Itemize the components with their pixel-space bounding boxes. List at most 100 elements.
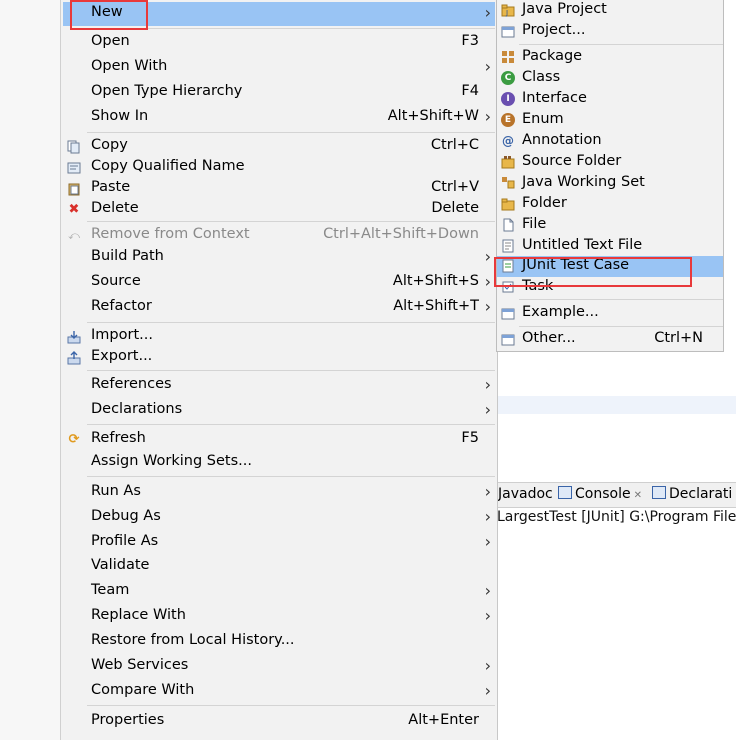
menu-item-restore-from-local-history[interactable]: Restore from Local History... <box>63 630 495 654</box>
submenu-item-junit-test-case[interactable]: JUnit Test Case <box>497 256 723 277</box>
new-submenu: J Java Project Project... Package C Clas… <box>496 0 724 352</box>
submenu-item-other[interactable]: Other... Ctrl+N <box>497 329 723 350</box>
package-explorer-background <box>0 0 61 740</box>
menu-item-assign-working-sets[interactable]: Assign Working Sets... <box>63 451 495 475</box>
menu-item-build-path[interactable]: Build Path › <box>63 246 495 270</box>
menu-item-label: Show In <box>91 108 149 124</box>
submenu-item-class[interactable]: C Class <box>497 68 723 89</box>
export-icon <box>67 351 81 365</box>
menu-item-open[interactable]: Open F3 <box>63 31 495 55</box>
menu-separator <box>87 132 495 133</box>
submenu-item-label: Project... <box>522 22 586 38</box>
refresh-icon: ⟳ <box>68 432 80 447</box>
submenu-item-label: Java Working Set <box>522 174 645 190</box>
package-icon <box>501 50 515 64</box>
source-folder-icon <box>501 155 515 169</box>
tab-javadoc[interactable]: Javadoc <box>498 486 553 502</box>
menu-item-shortcut: Alt+Shift+W <box>387 108 479 124</box>
menu-item-shortcut: Delete <box>431 200 479 216</box>
submenu-item-package[interactable]: Package <box>497 47 723 68</box>
other-icon <box>501 332 515 346</box>
chevron-right-icon: › <box>484 581 491 600</box>
menu-item-team[interactable]: Team › <box>63 580 495 604</box>
menu-item-label: Refresh <box>91 430 146 446</box>
junit-icon <box>501 259 515 273</box>
menu-item-label: Compare With <box>91 682 195 698</box>
menu-item-open-with[interactable]: Open With › <box>63 56 495 80</box>
submenu-item-label: Package <box>522 48 583 64</box>
menu-item-declarations[interactable]: Declarations › <box>63 399 495 423</box>
menu-item-label: Open With <box>91 58 168 74</box>
chevron-right-icon: › <box>484 272 491 291</box>
menu-item-debug-as[interactable]: Debug As › <box>63 506 495 530</box>
menu-item-web-services[interactable]: Web Services › <box>63 655 495 679</box>
tab-console[interactable]: Console ✕ <box>558 486 642 502</box>
submenu-item-label: Java Project <box>522 1 607 17</box>
submenu-item-project[interactable]: Project... <box>497 21 723 42</box>
submenu-item-label: Enum <box>522 111 564 127</box>
submenu-separator <box>519 326 723 327</box>
submenu-item-label: Task <box>522 278 554 294</box>
menu-item-label: Replace With <box>91 607 186 623</box>
editor-highlight-line <box>496 396 736 414</box>
menu-item-open-type-hierarchy[interactable]: Open Type Hierarchy F4 <box>63 81 495 105</box>
menu-separator <box>87 476 495 477</box>
submenu-item-task[interactable]: Task <box>497 277 723 298</box>
task-icon <box>501 280 515 294</box>
menu-separator <box>87 28 495 29</box>
submenu-item-annotation[interactable]: @ Annotation <box>497 131 723 152</box>
chevron-right-icon: › <box>484 681 491 700</box>
submenu-item-source-folder[interactable]: Source Folder <box>497 152 723 173</box>
close-icon[interactable]: ✕ <box>634 490 642 501</box>
submenu-item-label: JUnit Test Case <box>522 257 630 273</box>
submenu-item-example[interactable]: Example... <box>497 303 723 324</box>
menu-item-label: Delete <box>91 200 139 216</box>
submenu-item-java-working-set[interactable]: Java Working Set <box>497 173 723 194</box>
menu-item-delete[interactable]: ✖ Delete Delete <box>63 198 495 222</box>
menu-item-label: Run As <box>91 483 141 499</box>
menu-item-compare-with[interactable]: Compare With › <box>63 680 495 704</box>
menu-item-source[interactable]: Source Alt+Shift+S › <box>63 271 495 295</box>
svg-text:J: J <box>505 9 508 17</box>
menu-item-label: Properties <box>91 712 165 728</box>
menu-item-label: Build Path <box>91 248 164 264</box>
submenu-item-interface[interactable]: I Interface <box>497 89 723 110</box>
chevron-right-icon: › <box>484 297 491 316</box>
menu-item-references[interactable]: References › <box>63 374 495 398</box>
menu-item-remove-from-context[interactable]: ⤺ Remove from Context Ctrl+Alt+Shift+Dow… <box>63 224 495 248</box>
menu-item-properties[interactable]: Properties Alt+Enter <box>63 710 495 734</box>
menu-item-replace-with[interactable]: Replace With › <box>63 605 495 629</box>
chevron-right-icon: › <box>484 532 491 551</box>
tab-declaration[interactable]: Declarati <box>652 486 732 502</box>
menu-item-refactor[interactable]: Refactor Alt+Shift+T › <box>63 296 495 320</box>
submenu-item-folder[interactable]: Folder <box>497 194 723 215</box>
menu-item-shortcut: F4 <box>461 83 479 99</box>
menu-item-label: Validate <box>91 557 150 573</box>
menu-item-run-as[interactable]: Run As › <box>63 481 495 505</box>
submenu-item-file[interactable]: File <box>497 215 723 236</box>
menu-item-label: Open Type Hierarchy <box>91 83 243 99</box>
menu-item-shortcut: F3 <box>461 33 479 49</box>
project-icon <box>501 24 515 38</box>
submenu-item-enum[interactable]: E Enum <box>497 110 723 131</box>
interface-icon: I <box>501 92 515 106</box>
menu-item-validate[interactable]: Validate <box>63 555 495 579</box>
chevron-right-icon: › <box>484 606 491 625</box>
menu-item-shortcut: F5 <box>461 430 479 446</box>
folder-icon <box>501 197 515 211</box>
menu-item-export[interactable]: Export... <box>63 346 495 370</box>
submenu-item-untitled-text-file[interactable]: Untitled Text File <box>497 236 723 257</box>
menu-separator <box>87 370 495 371</box>
submenu-separator <box>519 299 723 300</box>
menu-item-refresh[interactable]: ⟳ Refresh F5 <box>63 428 495 452</box>
menu-item-new[interactable]: New › <box>63 2 495 26</box>
chevron-right-icon: › <box>484 57 491 76</box>
menu-item-show-in[interactable]: Show In Alt+Shift+W › <box>63 106 495 130</box>
java-project-icon: J <box>501 3 515 17</box>
submenu-item-label: File <box>522 216 547 232</box>
class-icon: C <box>501 71 515 85</box>
annotation-icon: @ <box>502 134 514 148</box>
submenu-item-label: Other... <box>522 330 576 346</box>
submenu-item-java-project[interactable]: J Java Project <box>497 0 723 21</box>
menu-item-profile-as[interactable]: Profile As › <box>63 531 495 555</box>
